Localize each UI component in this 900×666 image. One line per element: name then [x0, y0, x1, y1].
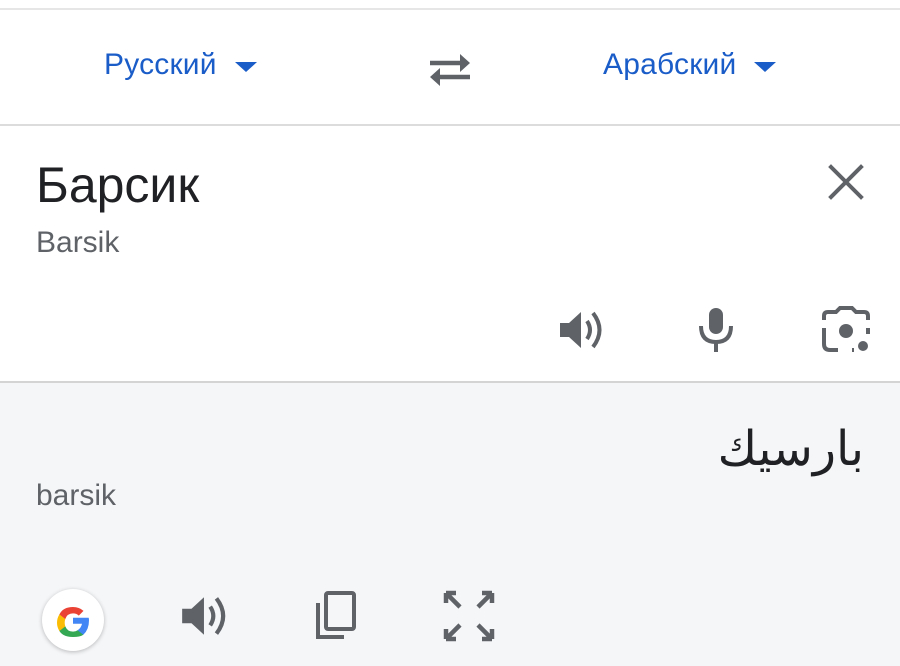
speaker-icon[interactable]	[556, 304, 608, 356]
language-bar: Русский Арабский	[0, 10, 900, 124]
source-language-label: Русский	[104, 48, 217, 81]
source-text-input[interactable]: Барсик	[36, 156, 199, 214]
target-language-label: Арабский	[603, 48, 737, 81]
swap-languages-icon[interactable]	[424, 48, 476, 92]
target-language-selector[interactable]: Арабский	[603, 48, 777, 82]
close-icon[interactable]	[824, 160, 868, 204]
source-language-selector[interactable]: Русский	[104, 48, 257, 82]
source-transliteration: Barsik	[36, 226, 120, 259]
chevron-down-icon	[234, 62, 257, 72]
source-panel: Барсик Barsik	[0, 126, 900, 381]
camera-lens-icon[interactable]	[820, 304, 872, 356]
microphone-icon[interactable]	[690, 304, 742, 356]
google-logo-icon[interactable]	[42, 589, 104, 651]
translation-panel: بارسيك barsik	[0, 383, 900, 666]
fullscreen-icon[interactable]	[442, 589, 496, 643]
translation-text: بارسيك	[717, 421, 864, 477]
translation-transliteration: barsik	[36, 479, 117, 512]
speaker-icon[interactable]	[178, 589, 232, 643]
chevron-down-icon	[754, 62, 777, 72]
copy-icon[interactable]	[308, 589, 362, 643]
